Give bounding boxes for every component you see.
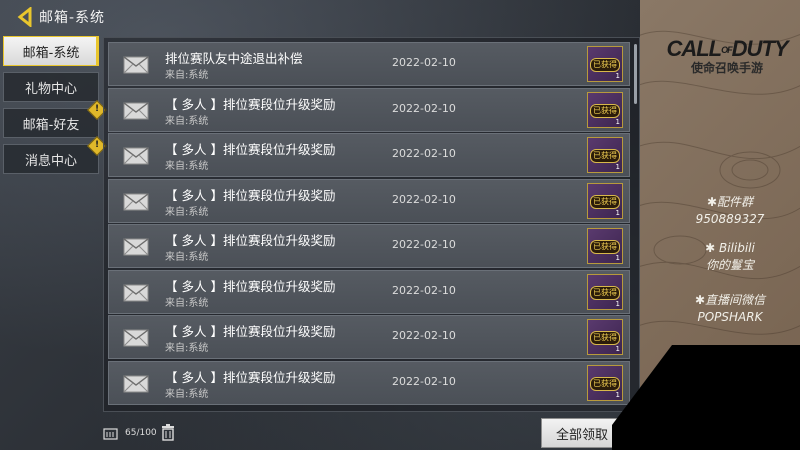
mail-subject: 【 多人 】排位赛段位升级奖励: [165, 142, 336, 157]
back-button[interactable]: [15, 6, 37, 28]
mail-sender: 来自:系统: [165, 297, 209, 309]
envelope-icon: [123, 147, 149, 165]
mail-subject: 【 多人 】排位赛段位升级奖励: [165, 369, 336, 385]
envelope-icon: [123, 101, 149, 119]
envelope-icon: [123, 329, 149, 347]
delete-button[interactable]: [160, 424, 176, 441]
info-label: ✱直播间微信: [694, 293, 766, 307]
mail-list[interactable]: 排位赛队友中途退出补偿 来自:系统 2022-02-10 已获得 1 【 多人 】排位赛段…: [103, 37, 640, 412]
reward-count: 1: [615, 163, 620, 171]
claimed-tag: 已获得: [590, 240, 620, 254]
reward-count: 1: [615, 117, 620, 126]
mail-date: 2022-02-10: [392, 238, 456, 251]
game-logo: CALLOFDUTY 使命召唤手游: [662, 36, 792, 76]
back-arrow-icon: [17, 7, 32, 27]
mail-row[interactable]: 【 多人 】排位赛段位升级奖励 来自:系统 2022-02-10 已获得 1: [108, 360, 630, 405]
alert-glyph: !: [94, 140, 100, 150]
trash-icon: [162, 424, 174, 441]
mail-date: 2022-02-10: [392, 56, 456, 69]
info-value: POPSHARK: [697, 310, 763, 324]
info-wechat: ✱直播间微信 POPSHARK: [660, 292, 800, 326]
black-overlay: [612, 345, 800, 450]
tab-message-center[interactable]: 消息中心 !: [3, 136, 107, 174]
tab-label: 礼物中心: [24, 81, 77, 97]
mail-tabs: 邮箱-系统 礼物中心 邮箱-好友 ! 消息中心 !: [3, 36, 107, 180]
info-label: ✱ Bilibili: [705, 241, 755, 255]
logo-word-call: CALL: [666, 36, 722, 61]
mail-date: 2022-02-10: [392, 147, 456, 160]
header: 邮箱-系统: [0, 0, 640, 34]
mail-row[interactable]: 排位赛队友中途退出补偿来自:系统 2022-02-10 已获得 1: [108, 42, 630, 86]
mail-sender: 来自:系统: [165, 161, 209, 172]
reward-item-icon: 已获得 1: [587, 228, 623, 264]
mail-sender: 来自:系统: [165, 70, 209, 81]
alert-glyph: !: [94, 104, 100, 114]
info-value: 你的鬘宝: [705, 258, 754, 272]
envelope-icon: [123, 283, 149, 301]
envelope-icon: [123, 192, 149, 210]
mail-subject: 排位赛队友中途退出补偿: [165, 51, 303, 66]
claimed-tag: 已获得: [590, 194, 620, 209]
mailbox-icon: [103, 428, 118, 440]
envelope-icon: [123, 56, 149, 74]
tab-friend-mail[interactable]: 邮箱-好友 !: [3, 100, 107, 138]
info-value: 950889327: [695, 212, 765, 226]
claimed-tag: 已获得: [590, 149, 620, 163]
mail-date: 2022-02-10: [392, 101, 456, 115]
claimed-tag: 已获得: [590, 103, 620, 118]
envelope-icon: [123, 374, 149, 392]
mail-sender: 来自:系统: [165, 388, 209, 400]
claimed-tag: 已获得: [590, 285, 620, 300]
claim-all-button[interactable]: 全部领取: [541, 418, 623, 448]
mail-sender: 来自:系统: [165, 343, 209, 354]
tab-system-mail[interactable]: 邮箱-系统: [3, 36, 99, 66]
tab-label: 邮箱-系统: [22, 45, 80, 61]
mail-date: 2022-02-10: [392, 283, 456, 297]
mail-subject: 【 多人 】排位赛段位升级奖励: [165, 233, 336, 248]
reward-count: 1: [615, 299, 620, 308]
mail-sender: 来自:系统: [165, 115, 209, 127]
mail-row[interactable]: 【 多人 】排位赛段位升级奖励来自:系统 2022-02-10 已获得 1: [108, 224, 630, 268]
tab-label: 消息中心: [24, 153, 77, 169]
reward-count: 1: [615, 254, 620, 262]
tab-gift-center[interactable]: 礼物中心: [3, 72, 99, 102]
page-title: 邮箱-系统: [39, 10, 106, 26]
mail-date: 2022-02-10: [392, 192, 456, 206]
reward-item-icon: 已获得 1: [587, 273, 623, 310]
mail-sender: 来自:系统: [165, 252, 209, 263]
reward-item-icon: 已获得 1: [587, 182, 623, 219]
envelope-icon: [123, 238, 149, 256]
reward-count: 1: [615, 208, 620, 217]
tab-label: 邮箱-好友: [22, 117, 80, 133]
reward-item-icon: 已获得 1: [587, 137, 623, 173]
info-group-parts: ✱配件群 950889327: [660, 194, 800, 228]
mail-row[interactable]: 【 多人 】排位赛段位升级奖励 来自:系统 2022-02-10 已获得 1: [108, 315, 630, 359]
mail-row[interactable]: 【 多人 】排位赛段位升级奖励来自:系统 2022-02-10 已获得 1: [108, 178, 630, 223]
mail-row[interactable]: 【 多人 】排位赛段位升级奖励来自:系统 2022-02-10 已获得 1: [108, 87, 630, 132]
mail-date: 2022-02-10: [392, 329, 456, 342]
mail-date: 2022-02-10: [392, 374, 456, 388]
mail-subject: 【 多人 】排位赛段位升级奖励: [165, 96, 336, 112]
reward-item-icon: 已获得 1: [587, 91, 623, 128]
info-bilibili: ✱ Bilibili 你的鬘宝: [660, 240, 800, 274]
mailbox-count-text: 65/100: [125, 428, 157, 438]
reward-count: 1: [615, 72, 620, 80]
scrollbar[interactable]: [634, 44, 637, 104]
claimed-tag: 已获得: [590, 58, 620, 72]
mail-row[interactable]: 【 多人 】排位赛段位升级奖励来自:系统 2022-02-10 已获得 1: [108, 269, 630, 314]
reward-item-icon: 已获得 1: [587, 46, 623, 82]
mail-subject: 【 多人 】排位赛段位升级奖励: [165, 324, 336, 339]
mail-row[interactable]: 【 多人 】排位赛段位升级奖励来自:系统 2022-02-10 已获得 1: [108, 133, 630, 177]
logo-word-of: OF: [721, 45, 732, 56]
claimed-tag: 已获得: [590, 331, 620, 345]
mail-subject: 【 多人 】排位赛段位升级奖励: [165, 278, 336, 294]
logo-word-duty: DUTY: [731, 36, 789, 61]
info-label: ✱配件群: [706, 195, 754, 209]
mail-subject: 【 多人 】排位赛段位升级奖励: [165, 187, 336, 203]
mail-sender: 来自:系统: [165, 206, 209, 218]
